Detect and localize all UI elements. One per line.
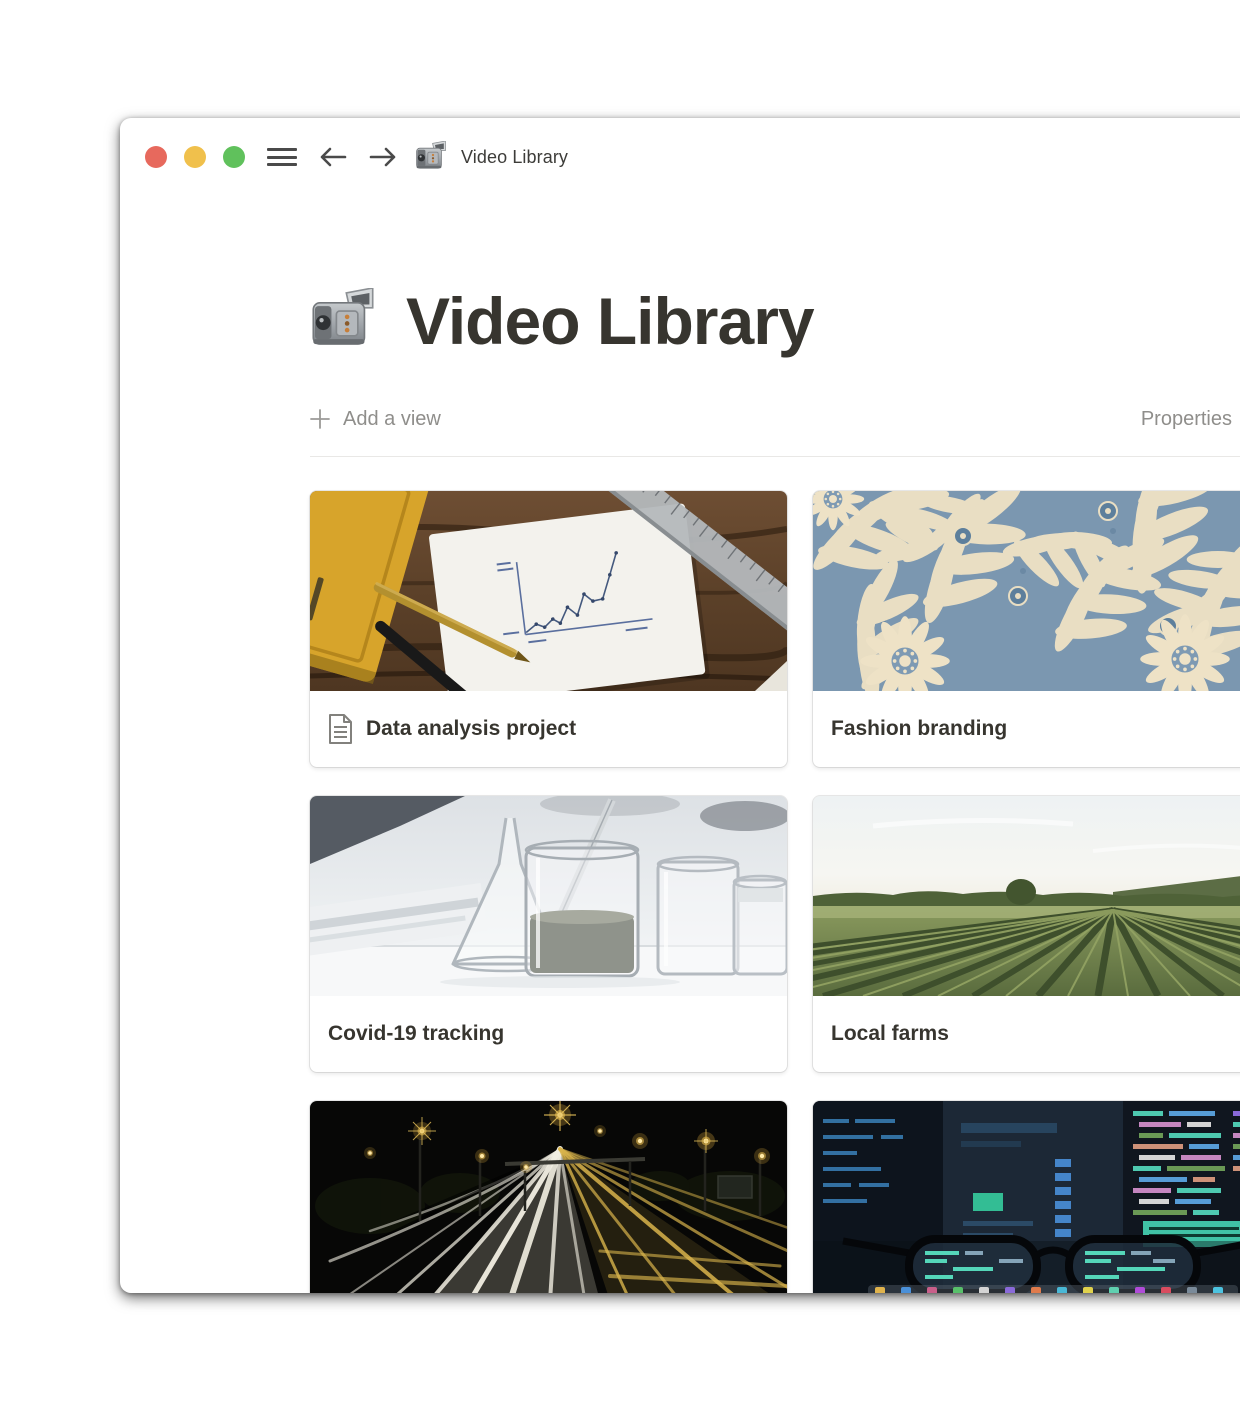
card-title: Data analysis project: [366, 717, 576, 741]
app-window: Video Library Video Library Add a view P…: [120, 118, 1240, 1293]
card-title: Local farms: [831, 1022, 949, 1046]
code-screens-glasses-cover-image: [813, 1101, 1240, 1293]
video-camera-icon: [415, 141, 447, 173]
card-caption: Fashion branding: [813, 691, 1240, 767]
farm-field-cover-image: [813, 796, 1240, 996]
gallery-card-code-screens[interactable]: [813, 1101, 1240, 1293]
video-camera-page-icon[interactable]: [310, 288, 376, 354]
toolbar-divider: [310, 456, 1240, 457]
card-title: Covid-19 tracking: [328, 1022, 504, 1046]
page-header: Video Library: [310, 284, 1240, 358]
minimize-window-button[interactable]: [184, 146, 206, 168]
card-caption: Data analysis project: [310, 691, 787, 767]
back-arrow-icon[interactable]: [319, 146, 347, 168]
add-view-label: Add a view: [343, 408, 441, 431]
lab-beakers-cover-image: [310, 796, 787, 996]
gallery-card-data-analysis[interactable]: Data analysis project: [310, 491, 787, 767]
properties-button[interactable]: Properties: [1141, 408, 1232, 431]
forward-arrow-icon[interactable]: [369, 146, 397, 168]
view-toolbar: Add a view Properties: [310, 402, 1240, 436]
plus-icon: [310, 409, 330, 429]
card-title: Fashion branding: [831, 717, 1007, 741]
gallery-card-fashion-branding[interactable]: Fashion branding: [813, 491, 1240, 767]
traffic-lights: [145, 146, 245, 168]
add-view-button[interactable]: Add a view: [310, 408, 441, 431]
gallery-card-local-farms[interactable]: Local farms: [813, 796, 1240, 1072]
zoom-window-button[interactable]: [223, 146, 245, 168]
window-titlebar: Video Library: [120, 118, 1240, 196]
blue-floral-pattern-cover-image: [813, 491, 1240, 691]
gallery-card-covid-tracking[interactable]: Covid-19 tracking: [310, 796, 787, 1072]
page-title: Video Library: [406, 283, 814, 359]
card-caption: Local farms: [813, 996, 1240, 1072]
gallery-card-night-highway[interactable]: [310, 1101, 787, 1293]
sidebar-menu-icon[interactable]: [267, 146, 297, 168]
card-caption: Covid-19 tracking: [310, 996, 787, 1072]
document-icon: [328, 714, 353, 744]
close-window-button[interactable]: [145, 146, 167, 168]
titlebar-document-title: Video Library: [461, 147, 568, 168]
gallery-view: Data analysis project: [310, 491, 1240, 1293]
page-content: Video Library Add a view Properties: [120, 284, 1240, 1293]
night-highway-cover-image: [310, 1101, 787, 1293]
desk-with-chart-cover-image: [310, 491, 787, 691]
